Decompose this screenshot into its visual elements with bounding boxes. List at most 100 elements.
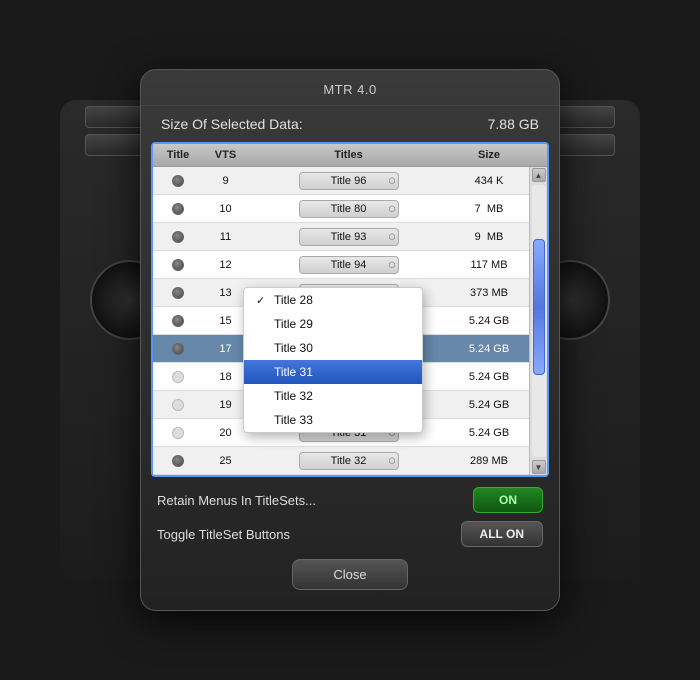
row-vts-15: 15 [203,313,248,329]
row-title-12[interactable]: Title 94 [248,254,449,276]
table-container: Title VTS Titles Size 9 Title 96 434 K [151,142,549,477]
radio-dot [172,343,184,355]
table-header: Title VTS Titles Size [153,144,547,167]
title-select-10[interactable]: Title 80 [299,200,399,218]
size-value: 7.88 GB [488,116,539,132]
row-title-10[interactable]: Title 80 [248,198,449,220]
row-check-20[interactable] [153,425,203,441]
row-size-20: 5.24 GB [449,425,529,441]
scrollbar-track[interactable] [532,185,546,457]
radio-dot [172,371,184,383]
col-vts: VTS [203,147,248,163]
row-title-25[interactable]: Title 32 [248,450,449,472]
row-size-17: 5.24 GB [449,341,529,357]
size-label: Size Of Selected Data: [161,116,303,132]
radio-dot [172,399,184,411]
dropdown-item-title30[interactable]: Title 30 [244,336,422,360]
dropdown-item-label: Title 32 [274,389,313,403]
row-vts-11: 11 [203,229,248,245]
radio-dot [172,427,184,439]
col-size: Size [449,147,529,163]
title-select-12[interactable]: Title 94 [299,256,399,274]
title-select-25[interactable]: Title 32 [299,452,399,470]
row-size-18: 5.24 GB [449,369,529,385]
row-check-19[interactable] [153,397,203,413]
row-size-10: 7 MB [449,201,529,217]
radio-dot [172,287,184,299]
dropdown-item-title29[interactable]: Title 29 [244,312,422,336]
table-row: 12 Title 94 117 MB [153,251,547,279]
dropdown-item-title28[interactable]: Title 28 [244,288,422,312]
title-select-9[interactable]: Title 96 [299,172,399,190]
dropdown-item-label: Title 30 [274,341,313,355]
title-select-wrapper[interactable]: Title 93 [299,228,399,246]
row-size-11: 9 MB [449,229,529,245]
row-size-19: 5.24 GB [449,397,529,413]
row-vts-10: 10 [203,201,248,217]
radio-dot [172,315,184,327]
table-row: 11 Title 93 9 MB [153,223,547,251]
radio-dot [172,203,184,215]
row-size-25: 289 MB [449,453,529,469]
row-vts-12: 12 [203,257,248,273]
row-check-9[interactable] [153,173,203,189]
row-check-12[interactable] [153,257,203,273]
col-title: Title [153,147,203,163]
dropdown-item-label: Title 29 [274,317,313,331]
bottom-controls: Retain Menus In TitleSets... ON Toggle T… [141,477,559,590]
row-check-18[interactable] [153,369,203,385]
table-row: 25 Title 32 289 MB [153,447,547,475]
dropdown-popup: Title 28 Title 29 Title 30 Title 31 Titl… [243,287,423,433]
row-vts-19: 19 [203,397,248,413]
toggle-titleset-row: Toggle TitleSet Buttons ALL ON [157,521,543,547]
size-bar: Size Of Selected Data: 7.88 GB [141,106,559,142]
title-select-wrapper[interactable]: Title 94 [299,256,399,274]
row-check-11[interactable] [153,229,203,245]
table-row: 9 Title 96 434 K [153,167,547,195]
dropdown-item-label: Title 33 [274,413,313,427]
row-check-25[interactable] [153,453,203,469]
row-vts-25: 25 [203,453,248,469]
row-title-9[interactable]: Title 96 [248,170,449,192]
row-size-9: 434 K [449,173,529,189]
row-size-15: 5.24 GB [449,313,529,329]
scroll-down-arrow[interactable]: ▼ [532,460,546,474]
scroll-up-arrow[interactable]: ▲ [532,168,546,182]
row-check-13[interactable] [153,285,203,301]
title-select-wrapper[interactable]: Title 32 [299,452,399,470]
scrollbar[interactable]: ▲ ▼ [529,167,547,475]
dropdown-item-title31[interactable]: Title 31 [244,360,422,384]
close-button[interactable]: Close [292,559,407,590]
radio-dot [172,259,184,271]
row-vts-20: 20 [203,425,248,441]
retain-menus-row: Retain Menus In TitleSets... ON [157,487,543,513]
title-select-11[interactable]: Title 93 [299,228,399,246]
row-check-10[interactable] [153,201,203,217]
table-body: 9 Title 96 434 K 10 Title 80 7 [153,167,547,475]
retain-menus-label: Retain Menus In TitleSets... [157,493,316,508]
retain-menus-toggle[interactable]: ON [473,487,543,513]
row-size-13: 373 MB [449,285,529,301]
col-titles: Titles [248,147,449,163]
title-select-wrapper[interactable]: Title 96 [299,172,399,190]
app-title: MTR 4.0 [141,70,559,106]
row-vts-13: 13 [203,285,248,301]
row-vts-17: 17 [203,341,248,357]
toggle-titleset-label: Toggle TitleSet Buttons [157,527,290,542]
dropdown-item-title33[interactable]: Title 33 [244,408,422,432]
radio-dot [172,455,184,467]
toggle-titleset-btn[interactable]: ALL ON [461,521,543,547]
row-vts-9: 9 [203,173,248,189]
radio-dot [172,175,184,187]
main-window: MTR 4.0 Size Of Selected Data: 7.88 GB T… [140,69,560,611]
row-title-11[interactable]: Title 93 [248,226,449,248]
row-vts-18: 18 [203,369,248,385]
title-select-wrapper[interactable]: Title 80 [299,200,399,218]
row-check-17[interactable] [153,341,203,357]
dropdown-item-title32[interactable]: Title 32 [244,384,422,408]
scrollbar-thumb[interactable] [533,239,545,375]
radio-dot [172,231,184,243]
row-size-12: 117 MB [449,257,529,273]
dropdown-item-label: Title 31 [274,365,313,379]
row-check-15[interactable] [153,313,203,329]
